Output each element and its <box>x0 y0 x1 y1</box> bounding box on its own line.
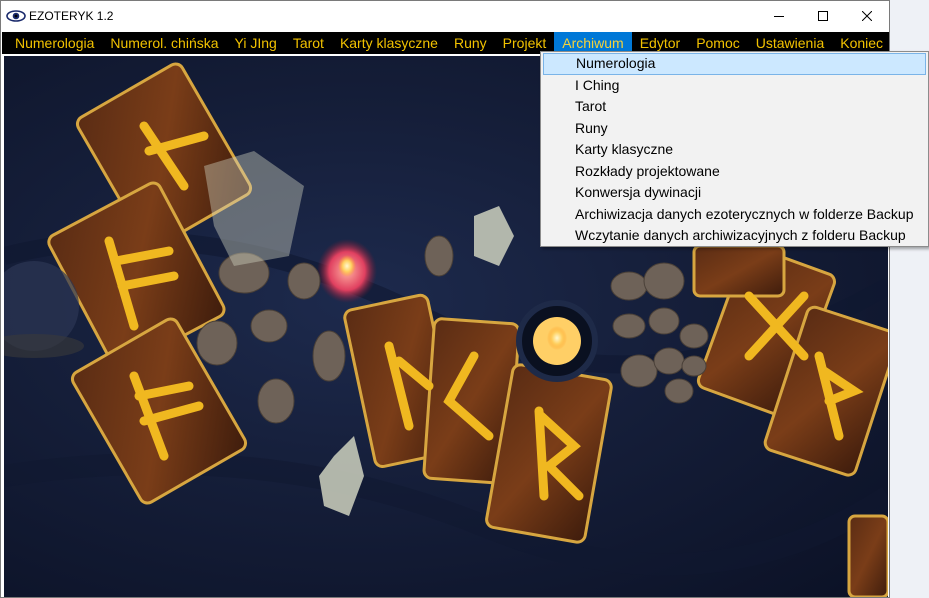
archiwum-dropdown-menu: Numerologia I Ching Tarot Runy Karty klasycz… <box>540 51 929 247</box>
dropdown-item[interactable]: Konwersja dywinacji <box>543 182 926 204</box>
close-button[interactable] <box>845 1 889 31</box>
minimize-icon <box>774 16 784 17</box>
menu-item[interactable]: Numerol. chińska <box>102 32 226 54</box>
dropdown-item[interactable]: Wczytanie danych archiwizacyjnych z fold… <box>543 225 926 247</box>
dropdown-item[interactable]: I Ching <box>543 75 926 97</box>
eye-icon <box>6 10 26 22</box>
dropdown-item[interactable]: Tarot <box>543 96 926 118</box>
dropdown-item[interactable]: Rozkłady projektowane <box>543 161 926 183</box>
dropdown-item[interactable]: Runy <box>543 118 926 140</box>
close-icon <box>862 11 872 21</box>
maximize-button[interactable] <box>801 1 845 31</box>
minimize-button[interactable] <box>757 1 801 31</box>
menu-item[interactable]: Karty klasyczne <box>332 32 446 54</box>
title-bar[interactable]: EZOTERYK 1.2 <box>1 1 889 31</box>
dropdown-item[interactable]: Archiwizacja danych ezoterycznych w fold… <box>543 204 926 226</box>
menu-item[interactable]: Yi JIng <box>227 32 285 54</box>
menu-item[interactable]: Numerologia <box>2 32 102 54</box>
menu-item[interactable]: Tarot <box>285 32 332 54</box>
maximize-icon <box>818 11 828 21</box>
window-title: EZOTERYK 1.2 <box>29 9 114 23</box>
window-controls <box>757 1 889 31</box>
menu-item[interactable]: Runy <box>446 32 495 54</box>
dropdown-item[interactable]: Karty klasyczne <box>543 139 926 161</box>
dropdown-item[interactable]: Numerologia <box>543 53 926 75</box>
